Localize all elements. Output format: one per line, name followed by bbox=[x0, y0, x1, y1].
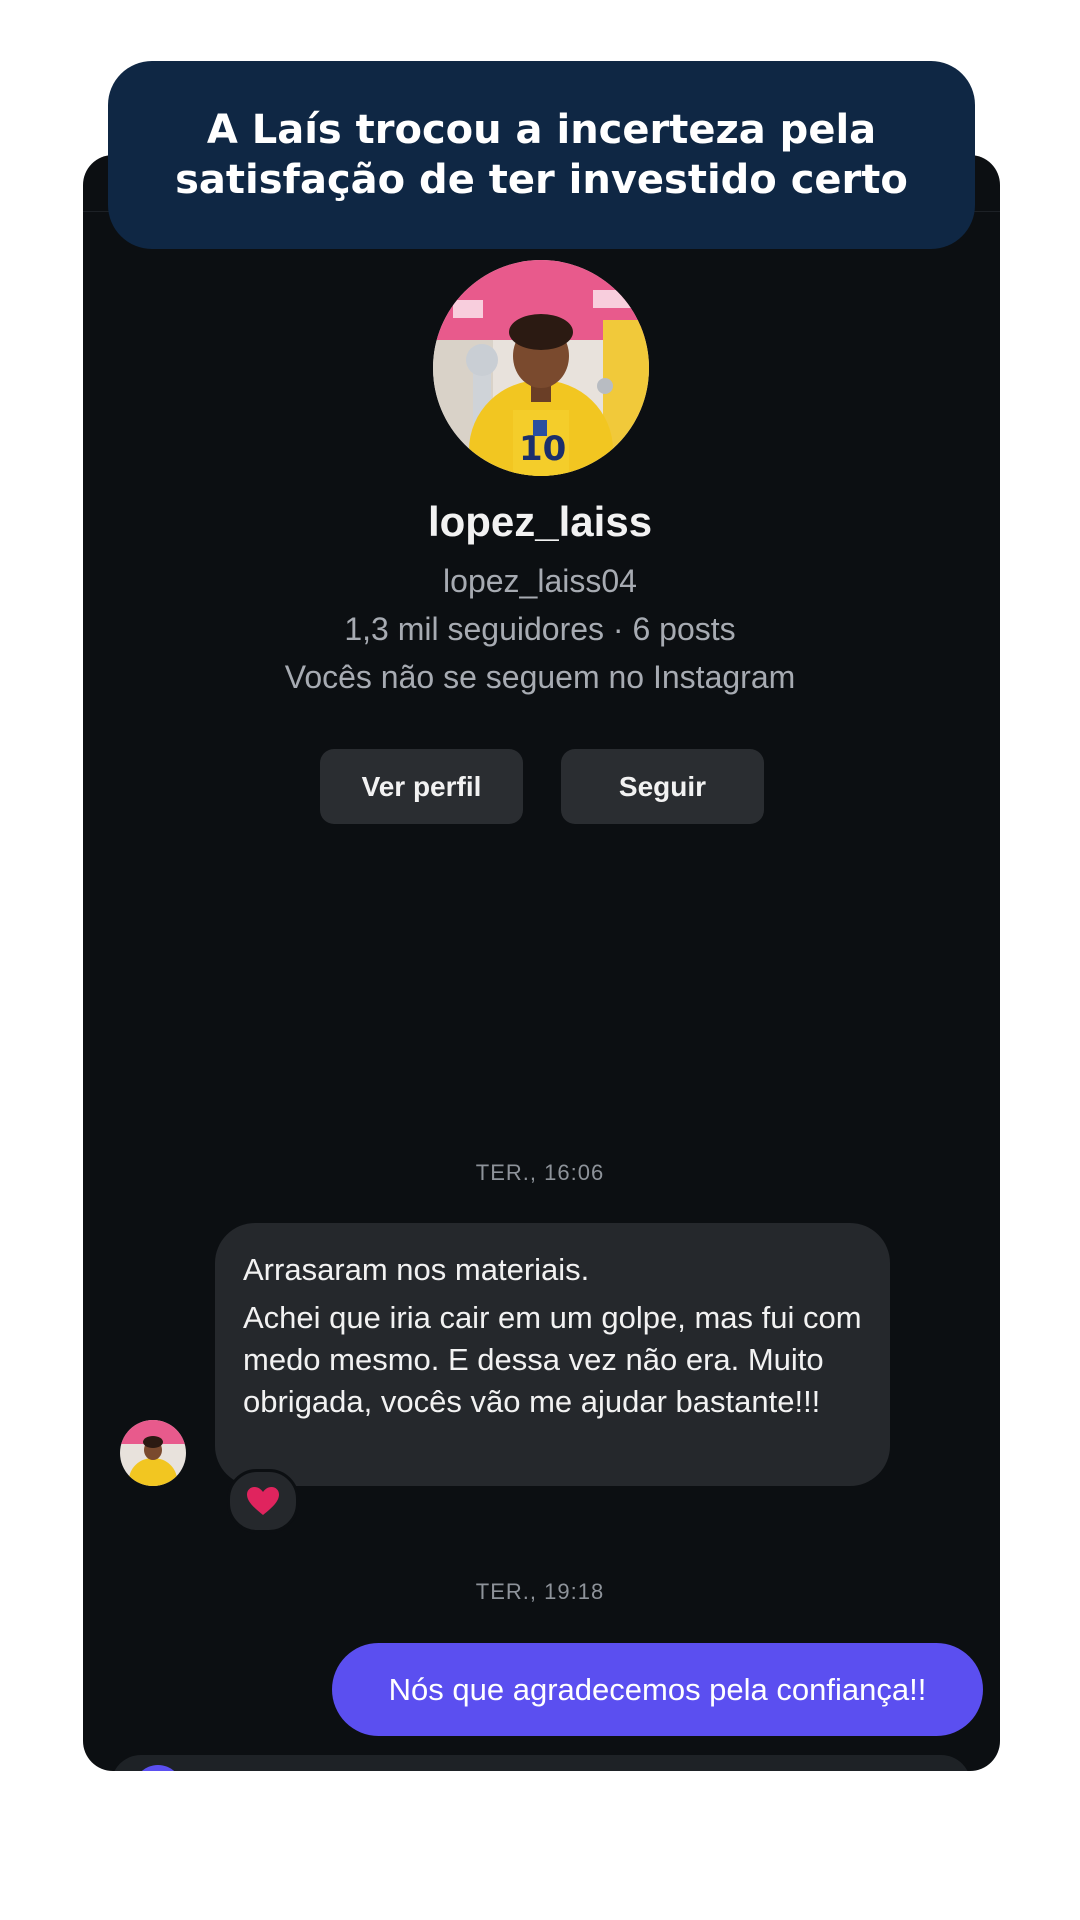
outgoing-message-bubble[interactable]: Nós que agradecemos pela confiança!! bbox=[332, 1643, 983, 1736]
profile-stats: 1,3 mil seguidores · 6 posts bbox=[344, 611, 736, 647]
message-text: Achei que iria cair em um golpe, mas fui… bbox=[243, 1300, 862, 1419]
profile-display-name: lopez_laiss bbox=[427, 498, 653, 545]
message-text: Arrasaram nos materiais. bbox=[243, 1252, 590, 1287]
profile-username: lopez_laiss04 bbox=[443, 563, 637, 599]
camera-icon[interactable] bbox=[133, 1765, 183, 1771]
message-composer[interactable] bbox=[111, 1755, 971, 1771]
headline-text: A Laís trocou a incerteza pela satisfaçã… bbox=[175, 107, 908, 203]
message-timestamp: TER., 16:06 bbox=[475, 1160, 605, 1185]
message-text: Nós que agradecemos pela confiança!! bbox=[388, 1671, 927, 1707]
page: A Laís trocou a incerteza pela satisfaçã… bbox=[0, 0, 1080, 1920]
avatar-photo: 10 bbox=[433, 260, 649, 476]
incoming-message-bubble[interactable]: Arrasaram nos materiais. Achei que iria … bbox=[215, 1223, 890, 1486]
follow-relation-note: Vocês não se seguem no Instagram bbox=[284, 659, 796, 695]
heart-icon bbox=[247, 1487, 279, 1515]
sender-avatar-photo bbox=[120, 1420, 186, 1486]
message-reaction[interactable] bbox=[227, 1469, 299, 1533]
follow-button[interactable]: Seguir bbox=[561, 749, 764, 824]
message-timestamp: TER., 19:18 bbox=[475, 1579, 605, 1604]
sender-avatar[interactable] bbox=[120, 1420, 186, 1486]
headline-banner: A Laís trocou a incerteza pela satisfaçã… bbox=[108, 61, 975, 249]
profile-avatar[interactable]: 10 bbox=[433, 260, 649, 476]
view-profile-button[interactable]: Ver perfil bbox=[320, 749, 523, 824]
